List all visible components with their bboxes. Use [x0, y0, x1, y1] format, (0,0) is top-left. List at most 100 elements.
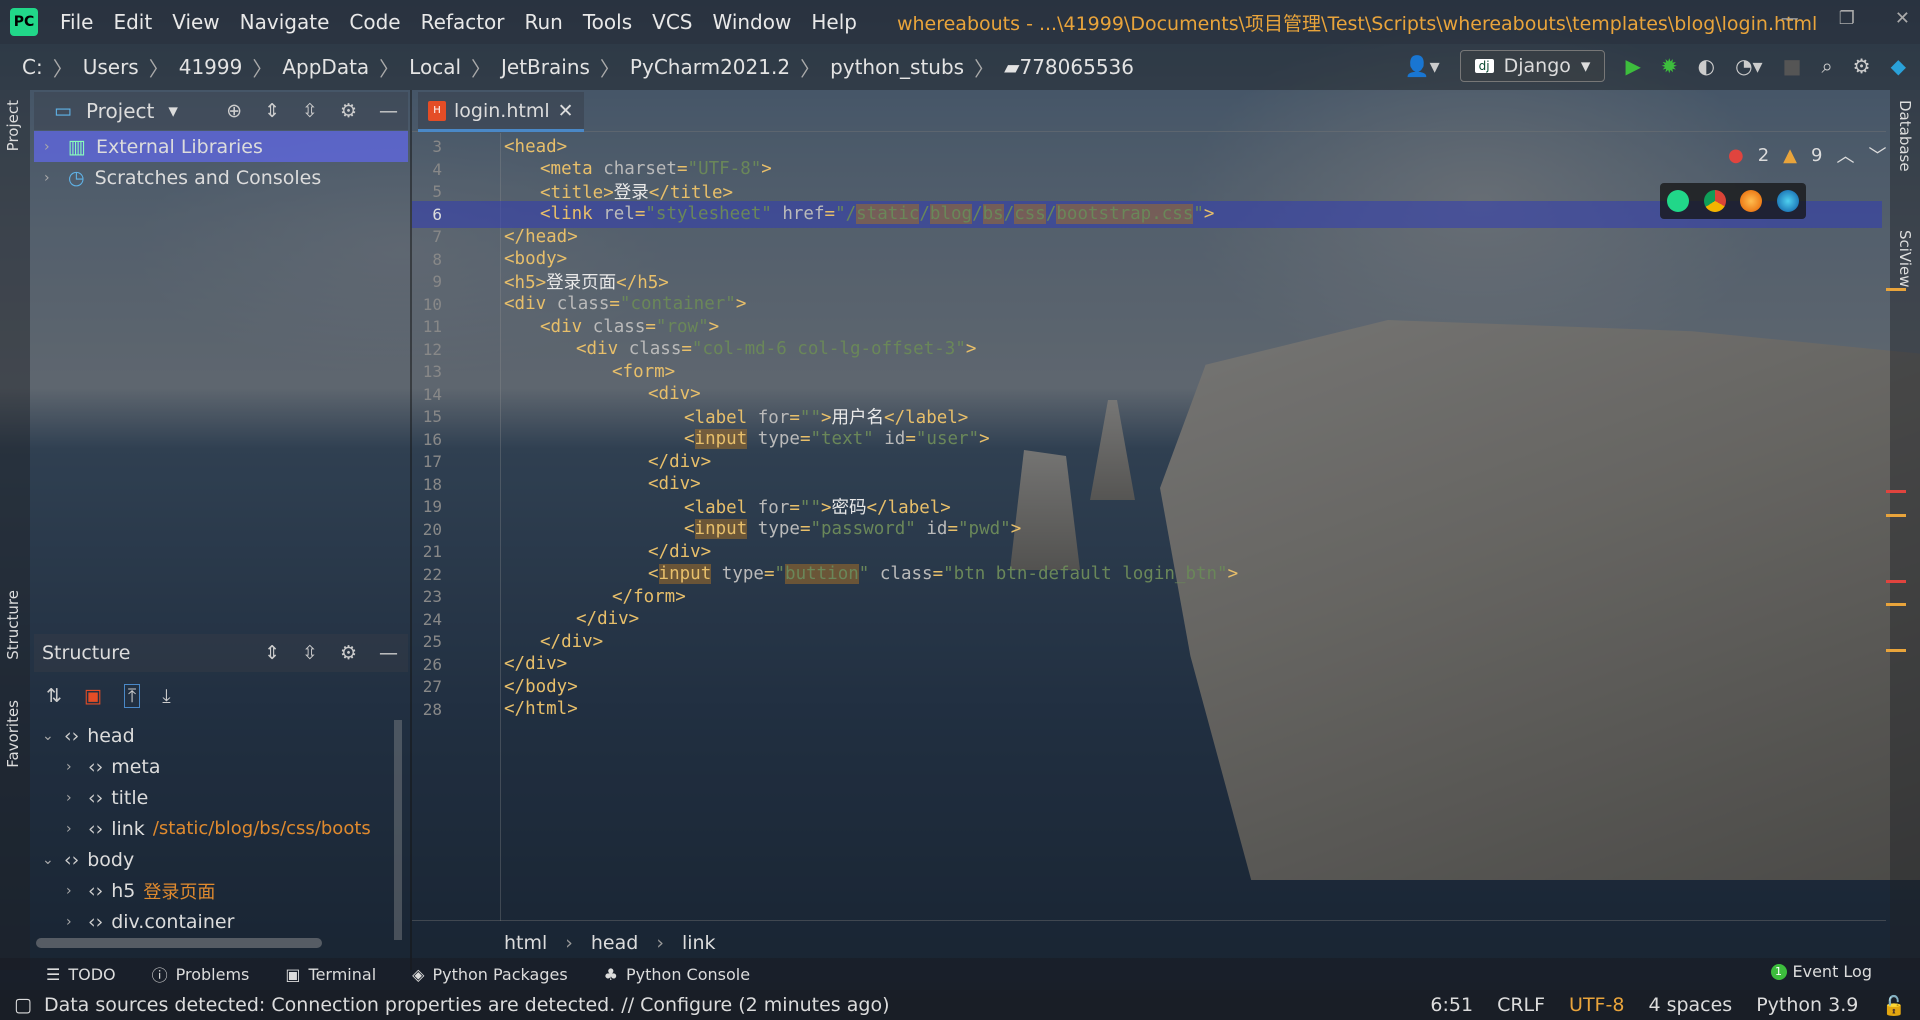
code-text[interactable]: </form>: [612, 587, 686, 607]
firefox-icon[interactable]: [1740, 190, 1763, 212]
structure-item[interactable]: ⌄ ‹› body: [34, 844, 398, 875]
tab-project[interactable]: Project: [4, 100, 22, 151]
chevron-down-icon[interactable]: ⌄: [42, 852, 56, 868]
code-text[interactable]: </div>: [648, 542, 711, 562]
line-number[interactable]: 8: [412, 250, 442, 269]
breadcrumb-item[interactable]: JetBrains: [501, 55, 590, 79]
line-number[interactable]: 19: [412, 497, 442, 516]
line-number[interactable]: 22: [412, 565, 442, 584]
line-number[interactable]: 28: [412, 700, 442, 719]
line-number[interactable]: 4: [412, 160, 442, 179]
line-number[interactable]: 6: [412, 205, 442, 224]
close-icon[interactable]: ✕: [558, 100, 574, 122]
breadcrumb-item[interactable]: Local: [409, 55, 461, 79]
menu-item-code[interactable]: Code: [339, 10, 410, 34]
inspection-widget[interactable]: ● 2 ▲ 9 ︿ ﹀: [1728, 142, 1886, 168]
menu-item-window[interactable]: Window: [702, 10, 801, 34]
editor-breadcrumb-item[interactable]: head: [591, 932, 638, 954]
tool-todo[interactable]: ☰ TODO: [46, 965, 116, 984]
chevron-down-icon[interactable]: ▾: [168, 100, 178, 122]
menu-item-refactor[interactable]: Refactor: [411, 10, 515, 34]
expand-all-icon[interactable]: ⇕: [264, 642, 280, 664]
menu-item-run[interactable]: Run: [515, 10, 573, 34]
error-mark[interactable]: [1886, 490, 1906, 493]
structure-item[interactable]: › ‹› meta: [34, 751, 398, 782]
code-text[interactable]: <input type="text" id="user">: [684, 429, 990, 449]
tab-login-html[interactable]: H login.html ✕: [418, 92, 584, 132]
breadcrumb-item[interactable]: 778065536: [1019, 55, 1134, 79]
tree-item-scratches[interactable]: › ◷ Scratches and Consoles: [34, 162, 408, 193]
code-text[interactable]: </div>: [540, 632, 603, 652]
line-number[interactable]: 9: [412, 272, 442, 291]
structure-item[interactable]: › ‹› div.container: [34, 906, 398, 937]
code-text[interactable]: <input type="password" id="pwd">: [684, 519, 1021, 539]
stop-icon[interactable]: ■: [1783, 54, 1802, 78]
code-text[interactable]: <link rel="stylesheet" href="/static/blo…: [540, 204, 1214, 224]
code-text[interactable]: <div>: [648, 474, 701, 494]
structure-item[interactable]: › ‹› link/static/blog/bs/css/boots: [34, 813, 398, 844]
code-text[interactable]: <meta charset="UTF-8">: [540, 159, 772, 179]
line-number[interactable]: 20: [412, 520, 442, 539]
code-text[interactable]: </div>: [576, 609, 639, 629]
python-interpreter[interactable]: Python 3.9: [1756, 994, 1858, 1017]
pycharm-browser-icon[interactable]: [1667, 190, 1690, 212]
debug-icon[interactable]: ✹: [1661, 54, 1678, 78]
vertical-scrollbar[interactable]: [394, 720, 402, 940]
line-number[interactable]: 24: [412, 610, 442, 629]
line-number[interactable]: 17: [412, 452, 442, 471]
close-icon[interactable]: ✕: [1895, 8, 1910, 29]
chevron-right-icon[interactable]: ›: [44, 170, 58, 186]
jetbrains-toolbox-icon[interactable]: ◆: [1891, 54, 1906, 78]
line-number[interactable]: 26: [412, 655, 442, 674]
menu-item-navigate[interactable]: Navigate: [230, 10, 340, 34]
line-number[interactable]: 11: [412, 317, 442, 336]
code-text[interactable]: </html>: [504, 699, 578, 719]
chevron-down-icon[interactable]: ⌄: [42, 728, 56, 744]
structure-item[interactable]: › ‹› h5 登录页面: [34, 875, 398, 906]
code-text[interactable]: </div>: [648, 452, 711, 472]
line-number[interactable]: 7: [412, 227, 442, 246]
code-text[interactable]: <div class="container">: [504, 294, 746, 314]
locate-icon[interactable]: ⊕: [226, 100, 242, 122]
structure-item[interactable]: ⌄ ‹› head: [34, 720, 398, 751]
lock-icon[interactable]: 🔓: [1882, 994, 1906, 1017]
breadcrumb-item[interactable]: Users: [83, 55, 139, 79]
tree-item-external-libraries[interactable]: › ▥ External Libraries: [34, 131, 408, 162]
menu-item-edit[interactable]: Edit: [103, 10, 162, 34]
breadcrumb-item[interactable]: 41999: [179, 55, 243, 79]
expand-all-icon[interactable]: ⇕: [264, 100, 280, 122]
tool-terminal[interactable]: ▣ Terminal: [285, 965, 376, 984]
line-number[interactable]: 10: [412, 295, 442, 314]
line-number[interactable]: 27: [412, 677, 442, 696]
warning-mark[interactable]: [1886, 514, 1906, 517]
chevron-down-icon[interactable]: ﹀: [1868, 142, 1886, 168]
restore-icon[interactable]: ❐: [1839, 8, 1855, 29]
line-number[interactable]: 21: [412, 542, 442, 561]
run-icon[interactable]: ▶: [1625, 54, 1640, 78]
chevron-right-icon[interactable]: ›: [66, 790, 80, 806]
structure-item[interactable]: › ‹› title: [34, 782, 398, 813]
tool-python-console[interactable]: ♣ Python Console: [604, 965, 750, 984]
caret-position[interactable]: 6:51: [1430, 994, 1473, 1017]
warning-mark[interactable]: [1886, 603, 1906, 606]
chevron-right-icon[interactable]: ›: [44, 139, 58, 155]
tab-favorites[interactable]: Favorites: [4, 700, 22, 768]
chevron-up-icon[interactable]: ︿: [1836, 142, 1854, 168]
hide-icon[interactable]: —: [379, 100, 398, 122]
code-text[interactable]: </body>: [504, 677, 578, 697]
code-text[interactable]: <head>: [504, 137, 567, 157]
menu-item-file[interactable]: File: [50, 10, 103, 34]
coverage-icon[interactable]: ◐: [1698, 54, 1715, 78]
tool-problems[interactable]: ⓘ Problems: [152, 962, 250, 986]
tab-structure[interactable]: Structure: [4, 590, 22, 660]
hide-icon[interactable]: —: [379, 642, 398, 664]
search-icon[interactable]: ⌕: [1821, 54, 1832, 78]
breadcrumb-item[interactable]: C:: [22, 55, 43, 79]
code-line[interactable]: 28 </html>: [412, 696, 1882, 723]
code-editor[interactable]: 3 <head> 4 <meta charset="UTF-8"> 5 <title>登录…: [412, 133, 1886, 921]
warning-mark[interactable]: [1886, 649, 1906, 652]
user-icon[interactable]: 👤▾: [1405, 54, 1440, 78]
sort-alpha-icon[interactable]: ⇅: [46, 685, 62, 707]
project-panel-title[interactable]: Project: [86, 99, 154, 123]
menu-item-view[interactable]: View: [162, 10, 229, 34]
